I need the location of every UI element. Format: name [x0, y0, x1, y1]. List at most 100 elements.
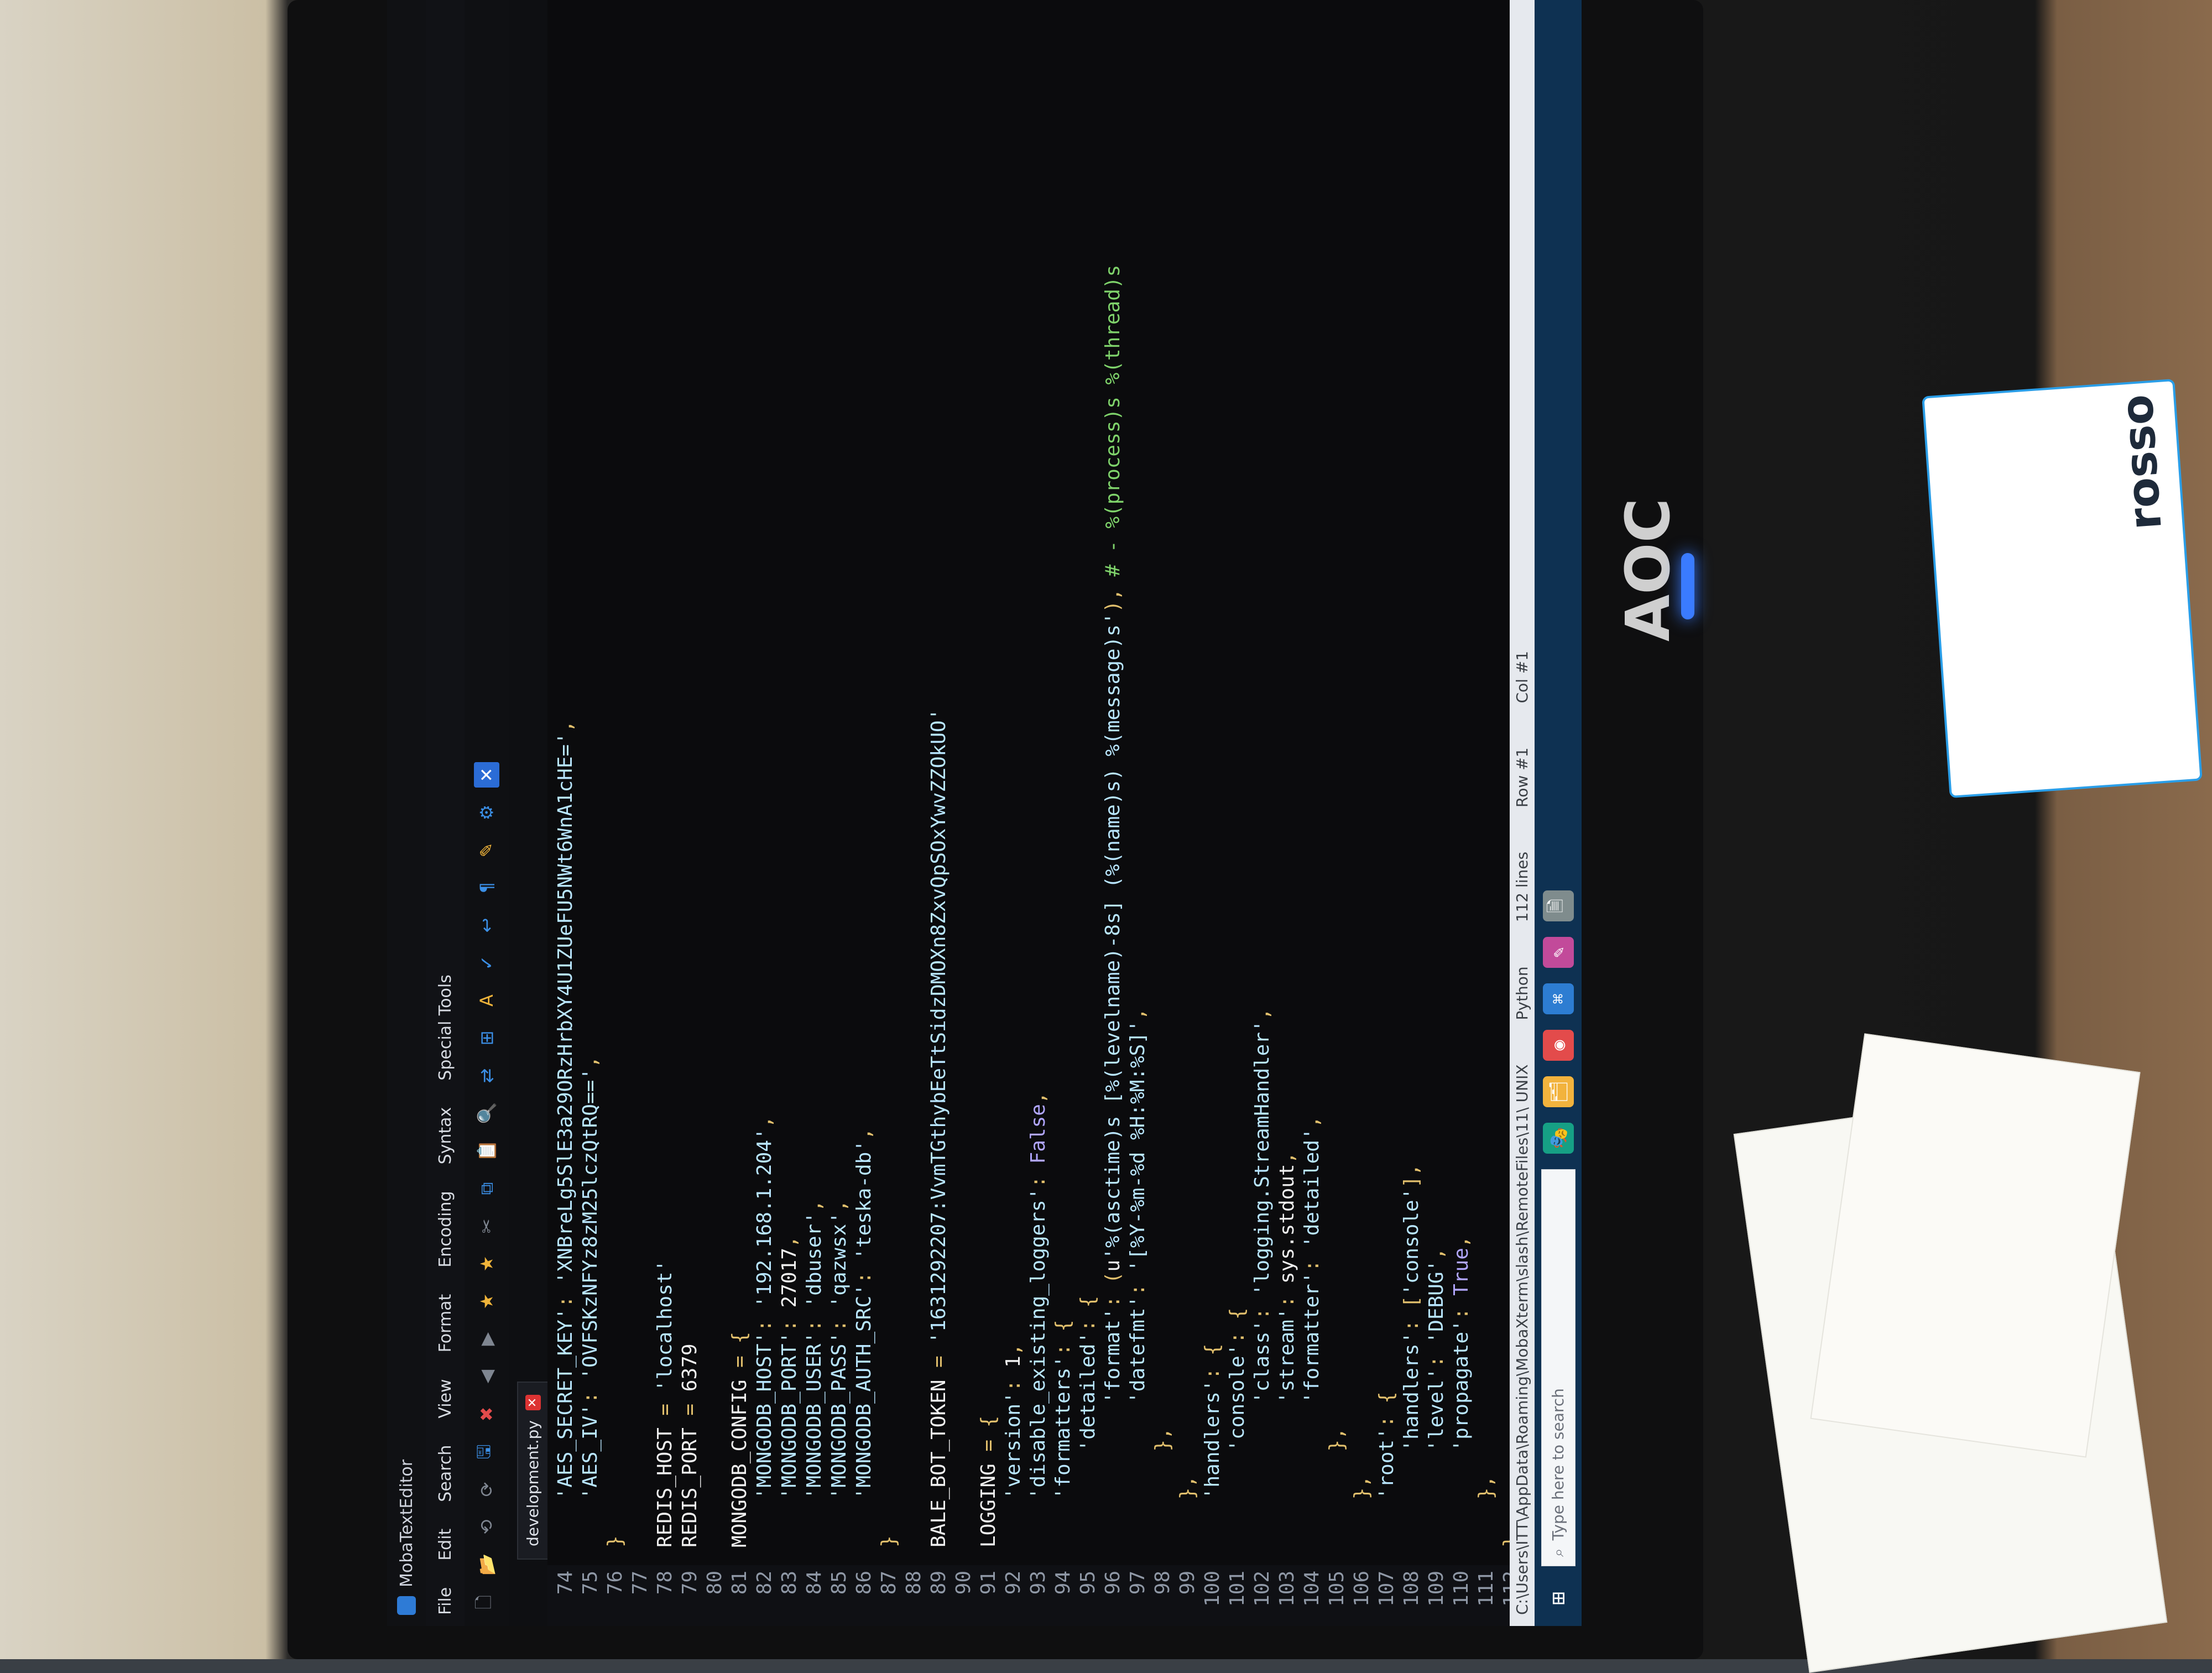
chrome-icon[interactable]: ◉: [1542, 1030, 1574, 1061]
code-line[interactable]: 80: [702, 0, 727, 1626]
code-text: BALE_BOT_TOKEN = '1631292207:VvmTGthybEe…: [927, 708, 950, 1547]
line-number: 109: [1425, 1571, 1448, 1607]
code-line[interactable]: 97 'datefmt': '[%Y-%m-%d %H:%M:%S]',: [1125, 0, 1150, 1626]
replace-icon[interactable]: ⇄: [474, 1063, 499, 1088]
code-line[interactable]: 87}: [877, 0, 901, 1626]
menu-special-tools[interactable]: Special Tools: [436, 974, 455, 1081]
code-line[interactable]: 110 'propagate': True,: [1449, 0, 1474, 1626]
code-line[interactable]: 88: [901, 0, 926, 1626]
settings-icon[interactable]: ⚙: [474, 800, 499, 825]
code-line[interactable]: 99 },: [1175, 0, 1200, 1626]
new-file-icon[interactable]: 🗋: [473, 1589, 499, 1615]
code-line[interactable]: 94 'formatters': {: [1051, 0, 1076, 1626]
close-icon[interactable]: ✕: [474, 762, 499, 788]
code-line[interactable]: 89 BALE_BOT_TOKEN = '1631292207:VvmTGthyb…: [926, 0, 951, 1626]
document-app-icon[interactable]: 🗎: [1542, 890, 1574, 921]
code-text: 'MONGODB_HOST': '192.168.1.204',: [753, 1116, 776, 1500]
code-line[interactable]: 92 'version': 1,: [1001, 0, 1026, 1626]
menu-edit[interactable]: Edit: [436, 1529, 455, 1561]
code-line[interactable]: 81 MONGODB_CONFIG = {: [727, 0, 752, 1626]
power-indicator: [1681, 553, 1694, 619]
star-icon[interactable]: ★: [474, 1251, 499, 1276]
code-line[interactable]: 77: [628, 0, 653, 1626]
code-line[interactable]: 106 },: [1349, 0, 1374, 1626]
code-text: },: [1326, 1427, 1348, 1452]
bookmark-next-icon[interactable]: ▶: [474, 1326, 499, 1352]
code-line[interactable]: 105 },: [1324, 0, 1349, 1626]
network-app-icon[interactable]: ⌘: [1542, 983, 1574, 1014]
cut-icon[interactable]: ✂: [474, 1213, 499, 1239]
line-number: 98: [1151, 1571, 1174, 1595]
code-line[interactable]: 85 'MONGODB_PASS': 'qazwsx',: [827, 0, 852, 1626]
mask-app-icon[interactable]: 🎭: [1542, 1123, 1574, 1154]
start-button[interactable]: ⊞: [1542, 1582, 1575, 1615]
star-add-icon[interactable]: ★: [474, 1289, 499, 1314]
code-line[interactable]: 74 'AES_SECRET_KEY': 'XNBreLg5SlE3a29ORz…: [553, 0, 578, 1626]
file-explorer-icon[interactable]: 🗂: [1542, 1076, 1574, 1107]
code-line[interactable]: 86 'MONGODB_AUTH_SRC': 'teska-db',: [852, 0, 877, 1626]
code-line[interactable]: 103 'stream': sys.stdout,: [1275, 0, 1300, 1626]
window-title: MobaTextEditor: [397, 1459, 416, 1587]
code-line[interactable]: 90: [951, 0, 976, 1626]
code-line[interactable]: 108 'handlers': ['console'],: [1399, 0, 1424, 1626]
status-row: Row #1: [1513, 747, 1531, 807]
menu-syntax[interactable]: Syntax: [436, 1107, 455, 1165]
save-icon[interactable]: 🖫: [473, 1439, 499, 1464]
code-line[interactable]: 76}: [603, 0, 628, 1626]
windows-icon[interactable]: ⊞: [474, 1025, 499, 1051]
code-line[interactable]: 100 'handlers': {: [1200, 0, 1225, 1626]
search-icon: ⌕: [1548, 1548, 1567, 1557]
code-line[interactable]: 83 'MONGODB_PORT': 27017,: [777, 0, 802, 1626]
code-text: 'level': 'DEBUG',: [1425, 1248, 1448, 1452]
menu-format[interactable]: Format: [436, 1294, 455, 1353]
close-tab-icon[interactable]: ✕: [525, 1395, 541, 1411]
code-line[interactable]: 84 'MONGODB_USER': 'dbuser',: [802, 0, 827, 1626]
pilcrow-icon[interactable]: ¶: [474, 875, 499, 900]
redo-icon[interactable]: ⟳: [474, 1477, 499, 1502]
code-line[interactable]: 111 },: [1474, 0, 1499, 1626]
taskbar-search[interactable]: ⌕ Type here to search: [1541, 1169, 1575, 1566]
code-line[interactable]: 102 'class': 'logging.StreamHandler',: [1250, 0, 1275, 1626]
highlight-icon[interactable]: ✎: [474, 837, 499, 863]
wrap-icon[interactable]: ↩: [474, 913, 499, 938]
paste-icon[interactable]: 📋: [474, 1138, 499, 1164]
menu-encoding[interactable]: Encoding: [436, 1191, 455, 1267]
code-line[interactable]: 91 LOGGING = {: [976, 0, 1001, 1626]
code-line[interactable]: 98 },: [1150, 0, 1175, 1626]
close-file-icon[interactable]: ✖: [474, 1401, 499, 1427]
find-icon[interactable]: 🔍: [474, 1101, 499, 1126]
code-line[interactable]: 75 'AES_IV': 'OVFSKzNFYz8zM25lczQtRQ==',: [578, 0, 603, 1626]
code-text: 'AES_SECRET_KEY': 'XNBreLg5SlE3a29ORzHrb…: [554, 720, 577, 1500]
menu-view[interactable]: View: [436, 1379, 455, 1418]
code-line[interactable]: 96 'format': (u'%(asctime)s [%(levelname…: [1100, 0, 1125, 1626]
code-line[interactable]: 82 'MONGODB_HOST': '192.168.1.204',: [752, 0, 777, 1626]
menu-file[interactable]: File: [436, 1587, 455, 1615]
app-icon: [397, 1596, 416, 1615]
text-color-icon[interactable]: A: [474, 988, 499, 1013]
menu-search[interactable]: Search: [436, 1445, 455, 1502]
bookmark-prev-icon[interactable]: ◀: [474, 1364, 499, 1389]
desk-note: [1810, 1033, 2141, 1458]
code-line[interactable]: 109 'level': 'DEBUG',: [1424, 0, 1449, 1626]
code-text: 'root': {: [1375, 1391, 1398, 1500]
code-text: MONGODB_CONFIG = {: [728, 1331, 751, 1547]
code-text: 'stream': sys.stdout,: [1276, 1151, 1298, 1404]
windows-taskbar: ⊞ ⌕ Type here to search 🎭 🗂 ◉ ⌘ ✎ 🗎: [1535, 0, 1582, 1626]
undo-icon[interactable]: ⟲: [474, 1514, 499, 1540]
spell-icon[interactable]: ✓: [474, 950, 499, 976]
paint-app-icon[interactable]: ✎: [1542, 937, 1574, 968]
code-line[interactable]: 93 'disable_existing_loggers': False,: [1026, 0, 1051, 1626]
line-number: 89: [927, 1571, 950, 1595]
code-text: 'datefmt': '[%Y-%m-%d %H:%M:%S]',: [1126, 1008, 1149, 1404]
open-folder-icon[interactable]: 📂: [474, 1552, 499, 1577]
copy-icon[interactable]: ⧉: [474, 1176, 499, 1201]
code-editor[interactable]: 74 'AES_SECRET_KEY': 'XNBreLg5SlE3a29ORz…: [547, 0, 1522, 1626]
code-line[interactable]: 104 'formatter': 'detailed',: [1300, 0, 1324, 1626]
code-line[interactable]: 95 'detailed': {: [1076, 0, 1100, 1626]
code-line[interactable]: 107 'root': {: [1374, 0, 1399, 1626]
code-line[interactable]: 78 REDIS_HOST = 'localhost': [653, 0, 677, 1626]
code-line[interactable]: 79 REDIS_PORT = 6379: [677, 0, 702, 1626]
line-number: 100: [1201, 1571, 1224, 1607]
tab-development-py[interactable]: development.py ✕: [517, 1382, 547, 1560]
code-line[interactable]: 101 'console': {: [1225, 0, 1250, 1626]
